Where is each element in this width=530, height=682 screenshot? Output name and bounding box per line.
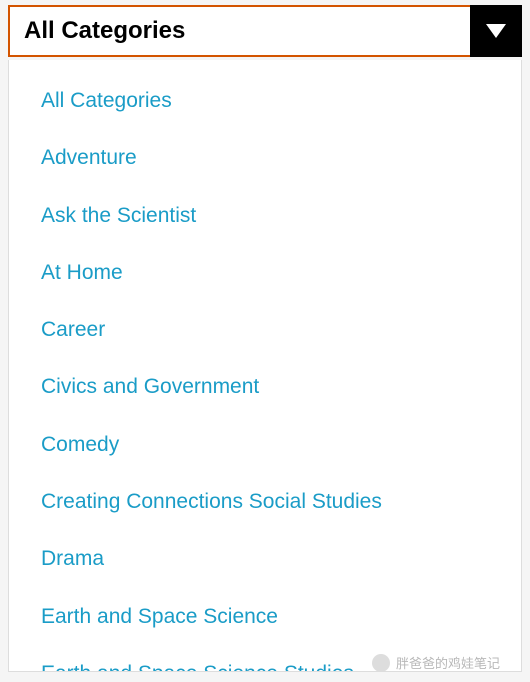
dropdown-item[interactable]: Earth and Space Science	[9, 588, 521, 645]
dropdown-item[interactable]: At Home	[9, 244, 521, 301]
dropdown-list-panel[interactable]: All Categories Adventure Ask the Scienti…	[8, 60, 522, 672]
dropdown-header[interactable]: All Categories	[8, 5, 522, 57]
dropdown-item[interactable]: Career	[9, 301, 521, 358]
dropdown-list: All Categories Adventure Ask the Scienti…	[9, 60, 521, 672]
dropdown-selected-label: All Categories	[10, 7, 470, 55]
dropdown-item[interactable]: Comedy	[9, 416, 521, 473]
dropdown-toggle-button[interactable]	[470, 5, 522, 57]
watermark-text: 胖爸爸的鸡娃笔记	[396, 653, 500, 672]
dropdown-item[interactable]: All Categories	[9, 72, 521, 129]
dropdown-item[interactable]: Ask the Scientist	[9, 187, 521, 244]
chevron-down-icon	[486, 24, 506, 38]
dropdown-item[interactable]: Creating Connections Social Studies	[9, 473, 521, 530]
watermark-icon	[372, 654, 390, 672]
watermark: 胖爸爸的鸡娃笔记	[372, 653, 500, 672]
dropdown-item[interactable]: Drama	[9, 530, 521, 587]
dropdown-item[interactable]: Adventure	[9, 129, 521, 186]
category-dropdown: All Categories	[8, 5, 522, 57]
dropdown-item[interactable]: Civics and Government	[9, 358, 521, 415]
